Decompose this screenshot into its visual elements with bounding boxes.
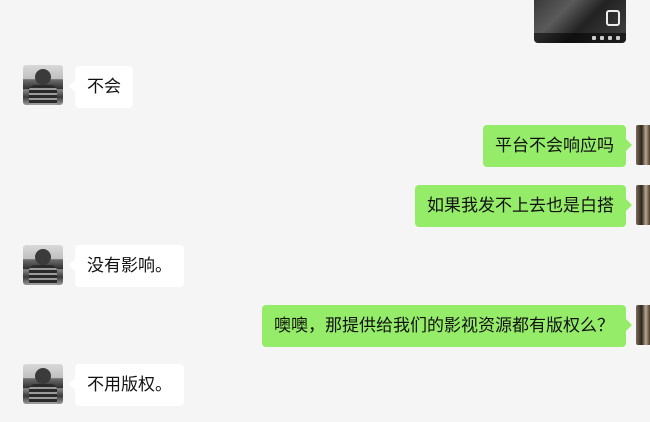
message-bubble-outgoing[interactable]: 平台不会响应吗 [483,125,632,167]
message-bubble-incoming[interactable]: 不会 [69,66,133,108]
shared-video-thumbnail[interactable] [534,0,626,43]
user-avatar[interactable] [636,125,650,165]
message-bubble-outgoing[interactable]: 噢噢，那提供给我们的影视资源都有版权么？ [262,305,632,347]
message-text: 没有影响。 [87,256,172,276]
contact-avatar[interactable] [23,364,63,404]
message-bubble-incoming[interactable]: 没有影响。 [69,245,184,287]
message-text: 不会 [87,77,121,97]
contact-avatar[interactable] [23,245,63,285]
message-text: 如果我发不上去也是白搭 [427,196,614,216]
message-bubble-incoming[interactable]: 不用版权。 [69,364,184,406]
chat-window: 不会 平台不会响应吗 如果我发不上去也是白搭 没有影响。 噢噢，那提供给我们的影… [0,0,650,422]
message-text: 噢噢，那提供给我们的影视资源都有版权么？ [274,316,614,336]
message-bubble-outgoing[interactable]: 如果我发不上去也是白搭 [415,185,632,227]
user-avatar[interactable] [636,305,650,345]
message-text: 平台不会响应吗 [495,136,614,156]
play-icon [606,10,620,26]
contact-avatar[interactable] [23,65,63,105]
message-text: 不用版权。 [87,375,172,395]
user-avatar[interactable] [636,185,650,225]
thumbnail-toolbar [534,33,626,43]
